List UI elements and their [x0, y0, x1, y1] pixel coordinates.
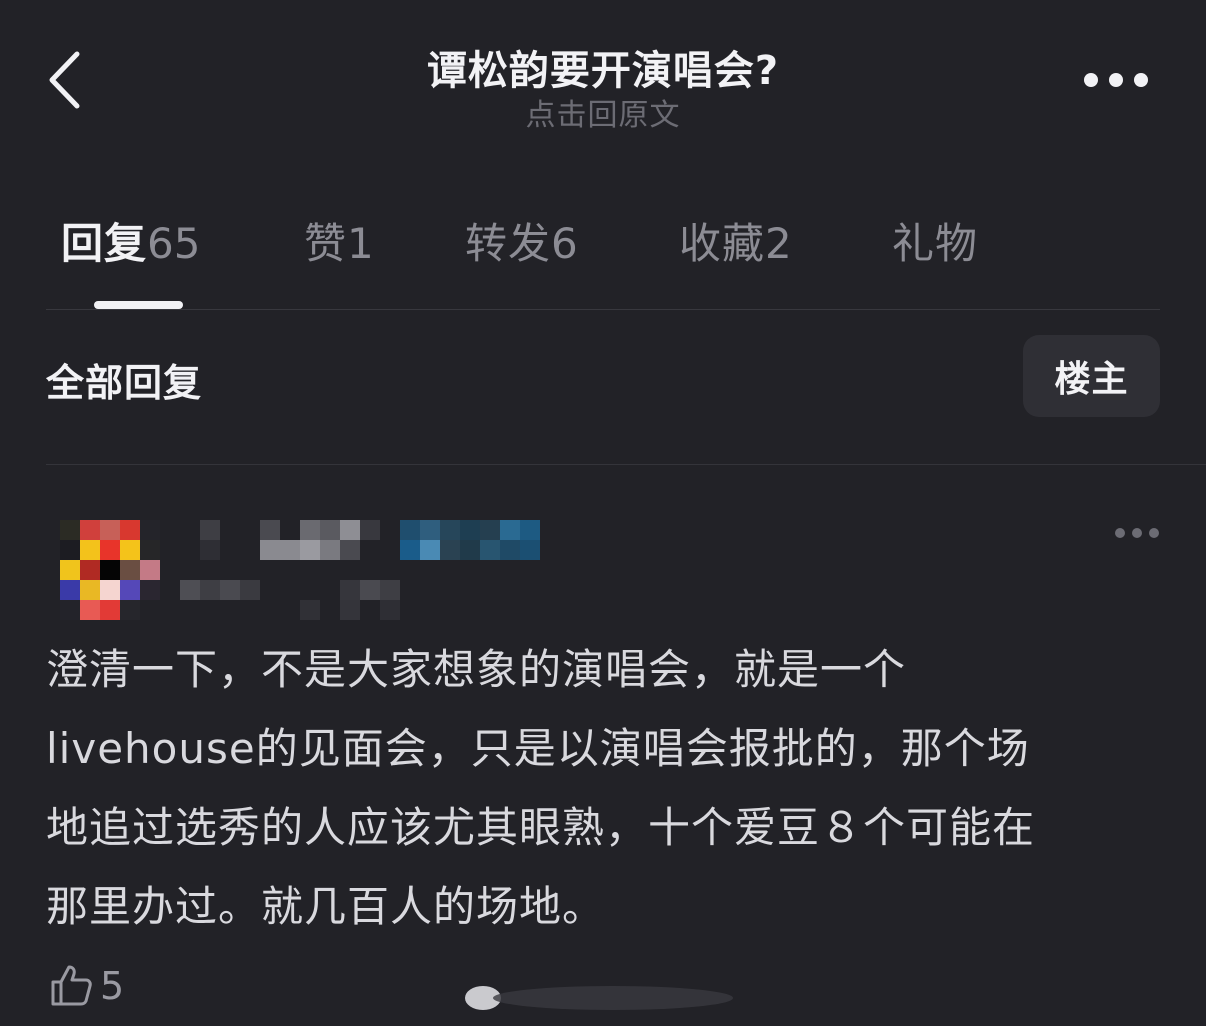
- all-replies-label: 全部回复: [46, 361, 203, 405]
- tab-gifts[interactable]: 礼物: [892, 210, 978, 271]
- tab-label: 赞: [304, 219, 348, 268]
- tab-replies[interactable]: 回复65: [61, 210, 200, 271]
- reply-line: 澄清一下，不是大家想象的演唱会，就是一个: [46, 645, 907, 694]
- more-options-button[interactable]: [1080, 68, 1152, 94]
- like-count: 5: [100, 964, 125, 1008]
- reply-more-button[interactable]: [1112, 525, 1162, 541]
- tab-label: 礼物: [892, 219, 979, 268]
- reply-line: 地追过选秀的人应该尤其眼熟，十个爱豆８个可能在: [46, 803, 1036, 852]
- section-divider: [46, 464, 1206, 465]
- tab-likes[interactable]: 赞1: [304, 210, 374, 271]
- tab-reposts[interactable]: 转发6: [465, 210, 578, 271]
- thumbs-up-icon: [51, 965, 92, 1006]
- tab-label: 收藏: [679, 219, 766, 268]
- like-button[interactable]: [48, 962, 94, 1008]
- tab-label: 转发: [465, 219, 552, 268]
- active-tab-indicator: [94, 301, 183, 309]
- avatar[interactable]: [60, 520, 160, 620]
- watermark-blurred: [463, 980, 743, 1016]
- reply-line: 那里办过。就几百人的场地。: [46, 882, 606, 931]
- tab-bar: 回复65 赞1 转发6 收藏2 礼物: [0, 210, 1206, 280]
- tab-count: 1: [347, 219, 374, 268]
- tab-count: 6: [551, 219, 578, 268]
- tab-count: 65: [147, 219, 201, 268]
- back-to-original-link[interactable]: 点击回原文: [0, 90, 1206, 134]
- reply-content: 澄清一下，不是大家想象的演唱会，就是一个 livehouse的见面会，只是以演唱…: [46, 630, 1156, 946]
- tab-divider: [46, 309, 1160, 310]
- tab-count: 2: [765, 219, 792, 268]
- tab-label: 回复: [61, 219, 148, 268]
- op-only-button[interactable]: 楼主: [1023, 335, 1160, 417]
- page-title: 谭松韵要开演唱会?: [426, 48, 780, 94]
- tab-favorites[interactable]: 收藏2: [679, 210, 792, 271]
- reply-line: livehouse的见面会，只是以演唱会报批的，那个场: [46, 724, 1030, 773]
